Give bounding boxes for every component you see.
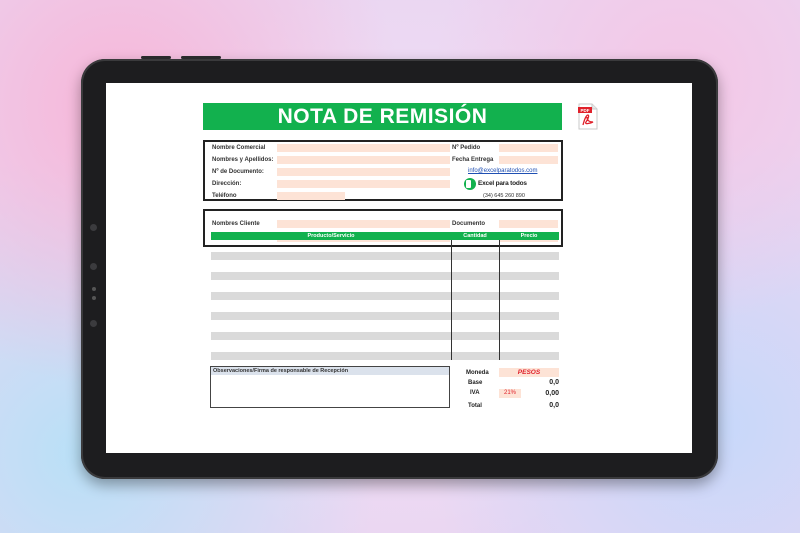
total-value: 0,0 bbox=[549, 402, 559, 409]
pdf-icon-label: PDF bbox=[581, 108, 590, 113]
column-divider bbox=[499, 240, 500, 360]
label-nombres-cliente: Nombres Cliente bbox=[212, 221, 260, 227]
field-fecha-entrega[interactable] bbox=[499, 156, 558, 164]
contact-brand: Excel para todos bbox=[478, 180, 527, 187]
field-no-documento[interactable] bbox=[277, 168, 450, 176]
tablet-sensor bbox=[90, 263, 97, 270]
document-title: NOTA DE REMISIÓN bbox=[203, 103, 562, 130]
iva-value: 0,00 bbox=[545, 390, 559, 397]
label-documento-cliente: Documento bbox=[452, 221, 485, 227]
table-row[interactable] bbox=[211, 292, 559, 300]
contact-email-link[interactable]: info@excelparatodos.com bbox=[468, 168, 537, 174]
tablet-sensor-small bbox=[91, 296, 96, 300]
tablet-volume-button bbox=[141, 56, 171, 59]
table-row[interactable] bbox=[211, 312, 559, 320]
field-telefono[interactable] bbox=[277, 192, 345, 200]
tablet-camera bbox=[90, 224, 97, 231]
table-row[interactable] bbox=[211, 272, 559, 280]
column-header-price: Precio bbox=[499, 232, 559, 240]
label-fecha-entrega: Fecha Entrega bbox=[452, 157, 494, 163]
field-direccion[interactable] bbox=[277, 180, 450, 188]
column-divider bbox=[451, 240, 452, 360]
label-telefono: Teléfono bbox=[212, 193, 237, 199]
label-nombre-comercial: Nombre Comercial bbox=[212, 145, 266, 151]
field-nombre-comercial[interactable] bbox=[277, 144, 450, 152]
contact-phone: (34) 645 260 890 bbox=[483, 193, 525, 199]
base-value: 0,0 bbox=[549, 379, 559, 386]
field-nombres-cliente[interactable] bbox=[277, 220, 450, 228]
tablet-device: NOTA DE REMISIÓN PDF Nombre Comercial No… bbox=[81, 56, 718, 479]
label-direccion: Dirección: bbox=[212, 181, 242, 187]
observations-header: Observaciones/Firma de responsable de Re… bbox=[211, 367, 449, 375]
column-header-quantity: Cantidad bbox=[451, 232, 499, 240]
table-row[interactable] bbox=[211, 352, 559, 360]
label-nombres-apellidos: Nombres y Apellidos: bbox=[212, 157, 274, 163]
table-row[interactable] bbox=[211, 252, 559, 260]
column-header-product: Producto/Servicio bbox=[211, 232, 451, 240]
label-moneda: Moneda bbox=[466, 370, 489, 376]
label-iva: IVA bbox=[470, 390, 480, 396]
label-total: Total bbox=[468, 403, 482, 409]
label-no-pedido: Nº Pedido bbox=[452, 145, 481, 151]
spreadsheet-screen: NOTA DE REMISIÓN PDF Nombre Comercial No… bbox=[106, 83, 692, 453]
label-base: Base bbox=[468, 380, 483, 386]
field-no-pedido[interactable] bbox=[499, 144, 558, 152]
observations-box[interactable]: Observaciones/Firma de responsable de Re… bbox=[210, 366, 450, 408]
field-documento-cliente[interactable] bbox=[499, 220, 558, 228]
excel-logo-icon bbox=[464, 178, 476, 190]
tablet-sensor bbox=[90, 320, 97, 327]
page-background: { "document": { "title": "NOTA DE REMISI… bbox=[0, 0, 800, 533]
tablet-power-button bbox=[181, 56, 221, 59]
tablet-sensor-small bbox=[91, 287, 96, 291]
field-nombres-apellidos[interactable] bbox=[277, 156, 450, 164]
pdf-export-icon[interactable]: PDF bbox=[578, 103, 598, 130]
currency-value: PESOS bbox=[517, 369, 541, 376]
table-row[interactable] bbox=[211, 332, 559, 340]
label-no-documento: Nº de Documento: bbox=[212, 169, 264, 175]
